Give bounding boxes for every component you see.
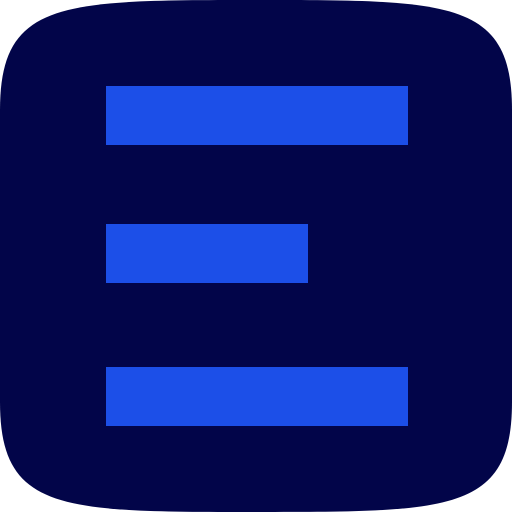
menu-bar-middle [106, 224, 308, 283]
menu-bar-top [106, 86, 408, 145]
menu-lines-icon [0, 0, 512, 512]
app-icon[interactable] [0, 0, 512, 512]
menu-bar-bottom [106, 367, 408, 426]
